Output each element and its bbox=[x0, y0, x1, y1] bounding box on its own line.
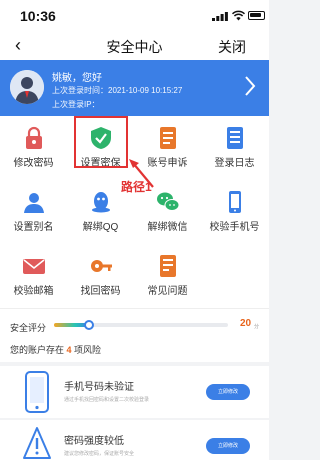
document-icon bbox=[160, 127, 176, 149]
score-unit: 分 bbox=[254, 324, 260, 330]
risk-item-phone: 手机号码未验证 通过手机找回密码和设置二次校验登录 立即修改 bbox=[0, 366, 269, 418]
feature-change-password[interactable]: 修改密码 bbox=[0, 120, 67, 184]
battery-icon bbox=[248, 11, 265, 20]
feature-login-log[interactable]: 登录日志 bbox=[201, 120, 268, 184]
close-button[interactable]: 关闭 bbox=[218, 37, 246, 57]
lock-icon bbox=[26, 126, 42, 149]
phone-icon bbox=[229, 191, 241, 213]
feature-label: 设置别名 bbox=[13, 222, 54, 233]
risk-prefix: 您的账户存在 bbox=[10, 345, 67, 355]
feature-label: 校验手机号 bbox=[209, 222, 260, 233]
highlight-box bbox=[74, 116, 128, 168]
status-time: 10:36 bbox=[20, 8, 56, 24]
last-login-ip: 上次登录IP： bbox=[52, 100, 100, 109]
feature-label: 解绑微信 bbox=[147, 222, 188, 233]
feature-faq[interactable]: 常见问题 bbox=[134, 248, 201, 312]
feature-label: 登录日志 bbox=[214, 158, 255, 169]
fix-now-button[interactable]: 立即修改 bbox=[206, 438, 250, 454]
chevron-right-icon bbox=[244, 75, 262, 97]
user-greeting: 姚敏，您好 bbox=[52, 73, 102, 84]
feature-label: 修改密码 bbox=[13, 158, 54, 169]
mobile-phone-icon bbox=[25, 371, 49, 413]
account-banner[interactable]: 姚敏，您好 上次登录时间：2021-10-09 10:15:27 上次登录IP： bbox=[0, 60, 269, 116]
feature-grid: 修改密码 设置密保 账号申诉 登录日志 设置别名 解绑QQ 解绑微信 校验手机号… bbox=[0, 116, 269, 308]
nav-bar: ‹ 安全中心 关闭 bbox=[0, 30, 269, 60]
risk-summary: 您的账户存在 4 项风险 bbox=[10, 343, 101, 356]
wifi-icon bbox=[232, 10, 245, 21]
risk-description: 通过手机找回密码和设置二次校验登录 bbox=[64, 397, 150, 403]
feature-verify-email[interactable]: 校验邮箱 bbox=[0, 248, 67, 312]
score-value: 20 bbox=[240, 318, 252, 329]
log-icon bbox=[227, 127, 243, 149]
user-icon bbox=[24, 193, 44, 213]
feature-verify-phone[interactable]: 校验手机号 bbox=[201, 184, 268, 248]
risk-description: 建议您修改密码，保证账号安全 bbox=[64, 451, 135, 457]
mail-icon bbox=[23, 259, 45, 274]
risk-title: 手机号码未验证 bbox=[64, 382, 134, 393]
risk-suffix: 项风险 bbox=[71, 345, 102, 355]
risk-item-password: 密码强度较低 建议您修改密码，保证账号安全 立即修改 bbox=[0, 420, 269, 460]
status-bar: 10:36 bbox=[0, 0, 269, 30]
feature-label: 找回密码 bbox=[80, 286, 121, 297]
feature-label: 解绑QQ bbox=[82, 222, 119, 233]
path-annotation: 路径1 bbox=[121, 180, 152, 194]
score-bar bbox=[54, 320, 228, 330]
warning-icon bbox=[23, 427, 51, 459]
last-login-time: 上次登录时间：2021-10-09 10:15:27 bbox=[52, 86, 183, 95]
fix-now-button[interactable]: 立即修改 bbox=[206, 384, 250, 400]
faq-icon bbox=[160, 255, 176, 277]
score-bar-knob bbox=[83, 320, 94, 330]
signal-icon bbox=[212, 12, 228, 21]
qq-icon bbox=[92, 192, 110, 213]
feature-label: 校验邮箱 bbox=[13, 286, 54, 297]
feature-set-alias[interactable]: 设置别名 bbox=[0, 184, 67, 248]
feature-label: 常见问题 bbox=[147, 286, 188, 297]
security-score-card: 安全评分 20 分 您的账户存在 4 项风险 bbox=[0, 308, 269, 362]
avatar-icon bbox=[10, 70, 44, 104]
risk-title: 密码强度较低 bbox=[64, 436, 124, 447]
feature-recover-password[interactable]: 找回密码 bbox=[67, 248, 134, 312]
score-label: 安全评分 bbox=[10, 323, 47, 333]
key-icon bbox=[91, 260, 112, 272]
avatar bbox=[10, 70, 44, 104]
